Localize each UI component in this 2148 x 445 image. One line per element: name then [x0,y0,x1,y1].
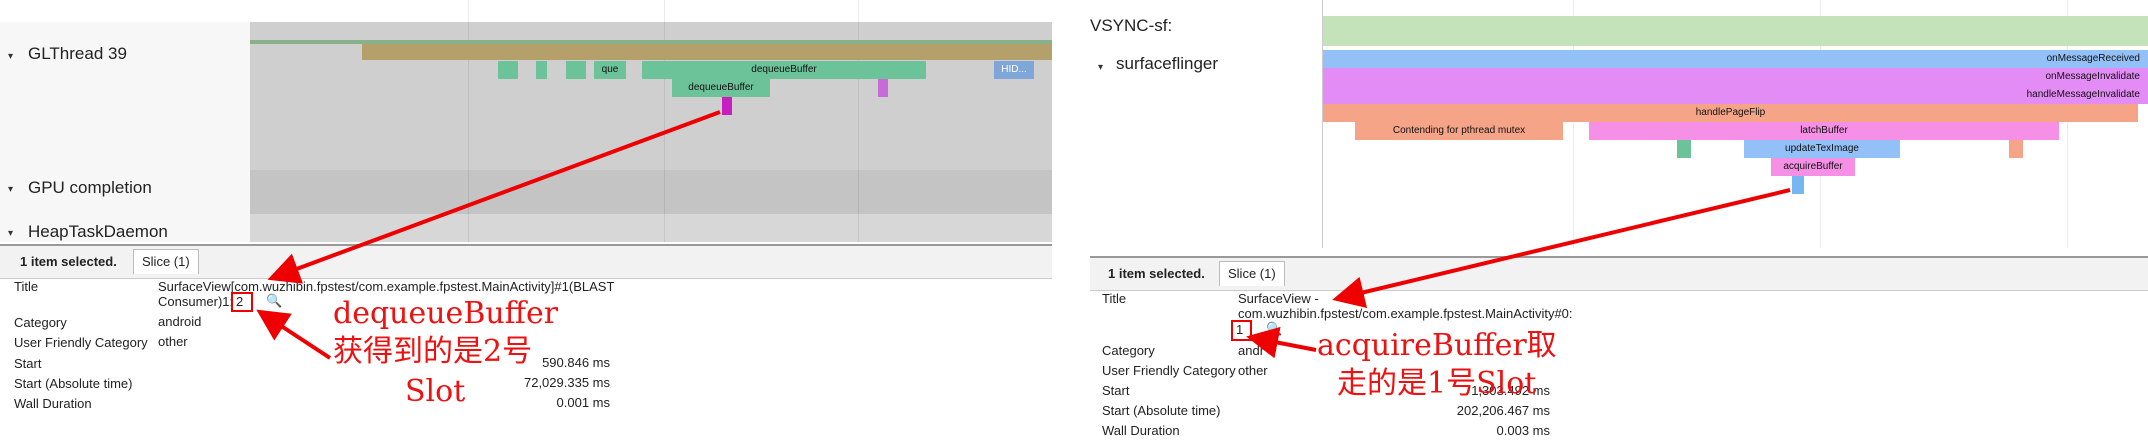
arrow-left-annotation-to-slot [256,309,332,360]
annotation-arrows [256,110,1791,360]
arrow-right-annotation-to-slot [1246,326,1317,359]
arrow-left-slice-to-slot [267,110,721,284]
arrow-right-slice-to-title [1332,188,1791,308]
